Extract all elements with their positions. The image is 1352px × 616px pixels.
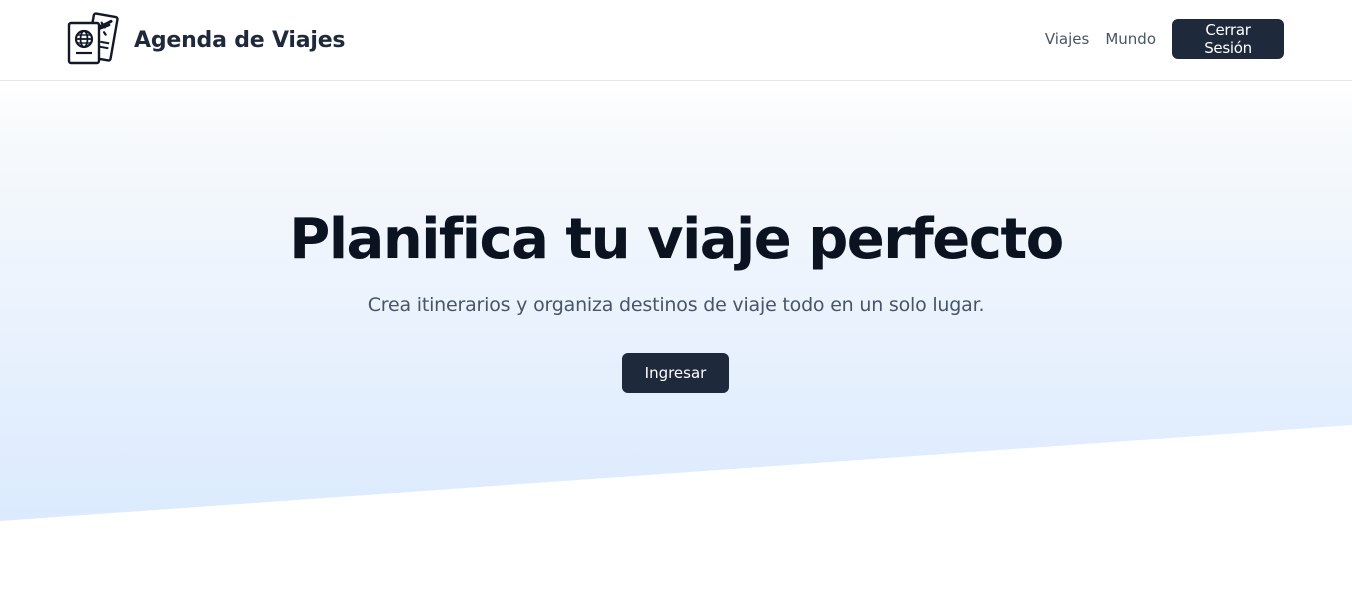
- nav-link-world[interactable]: Mundo: [1105, 30, 1156, 48]
- login-cta-button[interactable]: Ingresar: [622, 353, 729, 393]
- nav-link-trips[interactable]: Viajes: [1045, 30, 1090, 48]
- top-navbar: Agenda de Viajes Viajes Mundo Cerrar Ses…: [0, 0, 1352, 81]
- hero-section: Planifica tu viaje perfecto Crea itinera…: [0, 81, 1352, 521]
- passport-plane-icon: [67, 12, 119, 65]
- hero-title: Planifica tu viaje perfecto: [289, 207, 1064, 272]
- brand-home-link[interactable]: Agenda de Viajes: [66, 12, 346, 68]
- hero-subtitle: Crea itinerarios y organiza destinos de …: [367, 294, 985, 316]
- page: Agenda de Viajes Viajes Mundo Cerrar Ses…: [0, 0, 1352, 616]
- main-nav: Viajes Mundo Cerrar Sesión: [1045, 19, 1284, 59]
- logout-button[interactable]: Cerrar Sesión: [1172, 19, 1284, 59]
- brand-title: Agenda de Viajes: [134, 27, 346, 53]
